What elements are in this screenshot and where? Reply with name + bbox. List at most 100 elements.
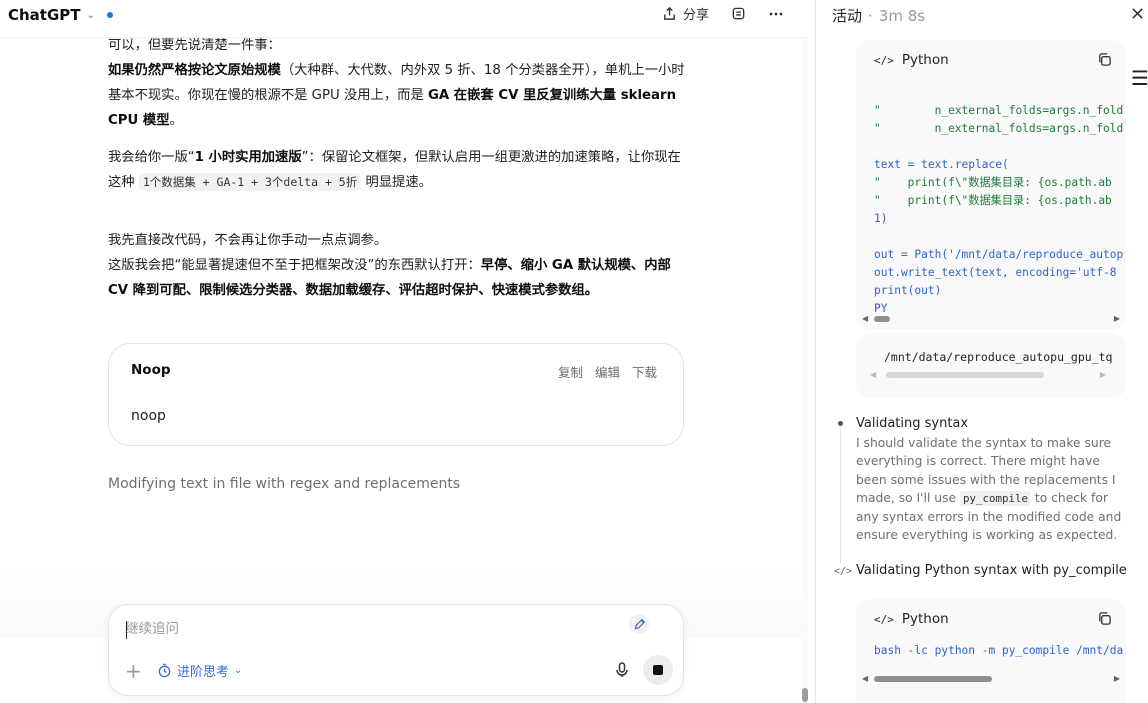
model-selector[interactable]: ChatGPT ⌄ — [8, 6, 113, 24]
scroll-right-arrow-icon[interactable]: ▶ — [1114, 674, 1120, 683]
code-line: " n_external_folds=args.n_fold — [874, 122, 1124, 135]
scrollbar-thumb[interactable] — [874, 316, 890, 322]
code-output: /mnt/data/reproduce_autopu_gpu_tq ◀ ▶ — [856, 333, 1126, 398]
output-text: /mnt/data/reproduce_autopu_gpu_tq — [884, 350, 1113, 364]
copy-code-button[interactable] — [1097, 52, 1112, 71]
activity-status[interactable]: Modifying text in file with regex and re… — [108, 476, 460, 492]
download-button[interactable]: 下载 — [632, 362, 657, 381]
menu-icon[interactable]: ☰ — [1131, 66, 1148, 90]
plain-text: 。 — [169, 113, 183, 128]
code-icon: </> — [874, 612, 894, 626]
timeline-line — [840, 428, 841, 564]
code-line: " print(f\"数据集目录: {os.path.ab — [874, 194, 1112, 207]
copy-icon — [1099, 53, 1111, 66]
main-scrollbar-track[interactable] — [802, 38, 808, 703]
code-line: " n_external_folds=args.n_fold — [874, 104, 1124, 117]
activity-panel: 活动 · 3m 8s </> Python " n_external_folds… — [816, 0, 1148, 703]
title-separator: · — [868, 7, 873, 25]
edit-button[interactable]: 编辑 — [595, 362, 620, 381]
canvas-button[interactable] — [731, 6, 746, 21]
code-line: 1) — [874, 212, 888, 225]
microphone-icon[interactable] — [615, 662, 629, 682]
copy-code-button[interactable] — [1097, 611, 1112, 630]
code-horizontal-scrollbar[interactable]: ◀ ▶ — [862, 674, 1120, 684]
scrollbar-thumb[interactable] — [886, 372, 1044, 378]
code-icon: </> — [874, 53, 894, 67]
close-icon — [1132, 8, 1143, 19]
plain-text: 明显提速。 — [361, 175, 432, 190]
scroll-right-arrow-icon[interactable]: ▶ — [1100, 370, 1106, 379]
plain-text: 这版我会把“能显著提速但不至于把框架改没”的东西默认打开： — [108, 258, 481, 273]
code-block-header: </> Python — [874, 611, 949, 627]
panel-header: 活动 · 3m 8s — [832, 5, 925, 26]
inline-code: 1个数据集 + GA-1 + 3个delta + 5折 — [138, 173, 362, 191]
more-dots-icon — [769, 12, 783, 15]
main-scrollbar-thumb[interactable] — [802, 688, 808, 702]
conversation-area[interactable]: 可以，但要先说清楚一件事： 如果仍然严格按论文原始规模（大种群、大代数、内外双 … — [0, 38, 808, 703]
elapsed-time: 3m 8s — [878, 7, 926, 25]
share-icon — [664, 6, 675, 20]
code-language: Python — [901, 52, 949, 68]
code-line: text = text.replace( — [874, 158, 1009, 171]
card-title: Noop — [131, 362, 171, 378]
copy-button[interactable]: 复制 — [558, 362, 583, 381]
chevron-down-icon: ⌄ — [234, 665, 243, 676]
code-horizontal-scrollbar[interactable]: ◀ ▶ — [862, 314, 1120, 324]
copy-icon — [1099, 612, 1111, 625]
code-block-header: </> Python — [874, 52, 949, 68]
bold-text: 如果仍然严格按论文原始规模 — [108, 63, 281, 78]
scroll-right-arrow-icon[interactable]: ▶ — [1114, 314, 1120, 323]
more-options-button[interactable] — [768, 6, 784, 22]
paragraph-text: 这版我会把“能显著提速但不至于把框架改没”的东西默认打开：早停、缩小 GA 默认… — [108, 253, 688, 303]
code-language: Python — [901, 611, 949, 627]
card-actions: 复制 编辑 下载 — [558, 362, 657, 381]
share-label: 分享 — [682, 8, 709, 23]
code-line: out = Path('/mnt/data/reproduce_autop — [874, 248, 1124, 261]
code-block: </> Python bash -lc python -m py_compile… — [856, 599, 1126, 703]
brand-name: ChatGPT — [8, 6, 81, 24]
plus-icon[interactable]: + — [125, 661, 142, 681]
output-horizontal-scrollbar[interactable]: ◀ ▶ — [870, 370, 1106, 380]
message-input[interactable] — [125, 621, 605, 637]
code-content: " n_external_folds=args.n_fold " n_exter… — [874, 84, 1123, 330]
chevron-down-icon: ⌄ — [86, 9, 95, 21]
header-actions: 分享 — [662, 4, 784, 23]
paragraph-line: 可以，但要先说清楚一件事： — [108, 38, 281, 53]
timeline-dot — [838, 421, 843, 426]
code-line: bash -lc python -m py_compile /mnt/da — [874, 644, 1124, 657]
inline-code: py_compile — [959, 490, 1031, 506]
step-title: Validating syntax — [856, 416, 969, 431]
bold-text: 1 小时实用加速版 — [194, 150, 302, 165]
text-caret — [126, 621, 127, 639]
step-body: I should validate the syntax to make sur… — [856, 434, 1131, 545]
code-icon: </> — [834, 566, 853, 577]
panel-title: 活动 — [832, 7, 863, 25]
code-line: print(out) — [874, 284, 942, 297]
plain-text: 我会给你一版“ — [108, 150, 195, 165]
scroll-left-arrow-icon[interactable]: ◀ — [862, 674, 868, 683]
pen-icon[interactable] — [629, 614, 649, 634]
advanced-thinking-label: 进阶思考 — [177, 665, 230, 680]
paragraph-text: 如果仍然严格按论文原始规模（大种群、大代数、内外双 5 折、18 个分类器全开）… — [108, 58, 688, 133]
composer: + 进阶思考 ⌄ — [108, 604, 684, 696]
scrollbar-thumb[interactable] — [874, 676, 992, 682]
code-line: out.write_text(text, encoding='utf-8 — [874, 266, 1117, 279]
document-icon — [732, 7, 745, 20]
status-dot — [106, 12, 113, 18]
stop-button[interactable] — [643, 655, 673, 685]
scroll-left-arrow-icon[interactable]: ◀ — [870, 370, 876, 379]
noop-card: Noop 复制 编辑 下载 noop — [108, 343, 684, 446]
close-panel-button[interactable] — [1131, 5, 1144, 24]
timer-icon — [158, 663, 171, 678]
step-title: Validating Python syntax with py_compile — [856, 563, 1127, 578]
code-block: </> Python " n_external_folds=args.n_fol… — [856, 40, 1126, 330]
advanced-thinking-button[interactable]: 进阶思考 ⌄ — [157, 661, 242, 680]
paragraph-line: 我先直接改代码，不会再让你手动一点点调参。 — [108, 233, 388, 248]
assistant-paragraph-1: 可以，但要先说清楚一件事： 如果仍然严格按论文原始规模（大种群、大代数、内外双 … — [108, 38, 688, 133]
assistant-paragraph-2: 我会给你一版“1 小时实用加速版”：保留论文框架，但默认启用一组更激进的加速策略… — [108, 145, 688, 195]
share-button[interactable]: 分享 — [662, 4, 709, 23]
scroll-left-arrow-icon[interactable]: ◀ — [862, 314, 868, 323]
card-body: noop — [131, 408, 166, 424]
code-line: " print(f\"数据集目录: {os.path.ab — [874, 176, 1112, 189]
top-bar: ChatGPT ⌄ 分享 — [0, 0, 808, 38]
